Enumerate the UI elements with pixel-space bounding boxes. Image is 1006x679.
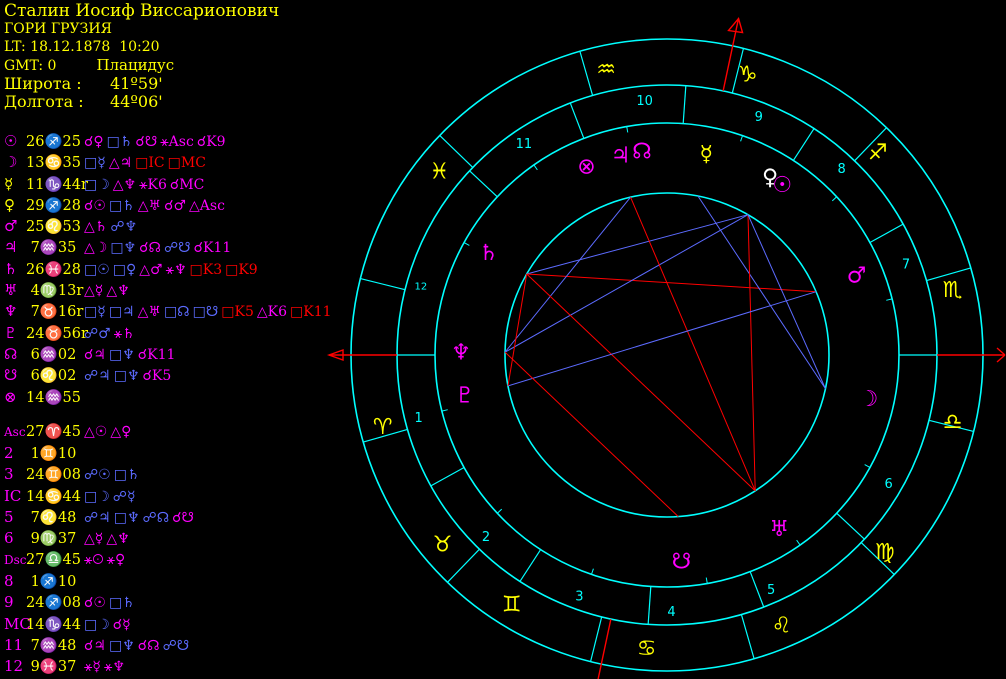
zodiac-sign-glyph: ♑: [738, 62, 758, 87]
house-tick: [705, 577, 708, 584]
house-cusp: [869, 223, 904, 244]
zodiac-sign-glyph: ♈: [373, 415, 393, 440]
house-cusp: [647, 586, 652, 625]
natal-chart-wheel: ♈♉♊♋♌♍♎♏♐♑♒♓123456789101112⊗ ♃ ☊ ☿♀☉♂☽♅☋♇♆♄: [326, 17, 1006, 679]
planet-glyph: ♇: [455, 383, 475, 408]
house-tick: [740, 135, 744, 142]
wheel-ring-1: [350, 38, 984, 672]
house-number: 1: [414, 411, 422, 426]
house-tick: [533, 164, 538, 171]
house-tick: [626, 126, 629, 133]
sign-divider: [589, 616, 603, 662]
house-number: 9: [755, 110, 763, 125]
house-cusp: [836, 512, 865, 540]
planet-glyph: ♄: [479, 241, 499, 266]
zodiac-sign-glyph: ♍: [875, 540, 895, 565]
house-tick: [441, 409, 448, 412]
aspect-line: [697, 195, 826, 389]
house-number: 3: [575, 590, 583, 605]
sign-divider: [740, 614, 755, 659]
planet-glyph: ☿: [700, 142, 714, 167]
aspect-line: [630, 196, 756, 492]
zodiac-sign-glyph: ♌: [772, 614, 792, 639]
zodiac-sign-glyph: ♎: [943, 410, 963, 435]
planet-glyph: ☊: [632, 140, 652, 165]
ic-axis-line: [597, 618, 612, 679]
zodiac-sign-glyph: ♉: [433, 532, 453, 557]
planet-glyph: ⊗: [577, 154, 595, 179]
zodiac-sign-glyph: ♊: [502, 592, 522, 617]
planet-glyph: ☋: [672, 549, 692, 574]
sign-divider: [579, 51, 594, 96]
house-number: 10: [636, 94, 653, 109]
house-number: 4: [667, 605, 675, 620]
house-number: 2: [482, 530, 490, 545]
zodiac-sign-glyph: ♏: [943, 278, 963, 303]
zodiac-sign-glyph: ♐: [868, 140, 888, 165]
mc-axis-line: [722, 18, 740, 92]
house-cusp: [682, 85, 687, 124]
aspect-line: [747, 214, 756, 491]
house-tick: [463, 242, 470, 246]
aspect-line: [747, 214, 826, 389]
aspect-line: [526, 273, 817, 293]
zodiac-sign-glyph: ♓: [429, 160, 449, 185]
house-cusp: [469, 170, 498, 198]
house-cusp: [569, 102, 585, 139]
house-tick: [831, 196, 838, 202]
house-cusp: [519, 549, 542, 582]
house-number: 5: [767, 583, 775, 598]
planet-glyph: ♆: [451, 340, 471, 365]
house-number: 7: [902, 257, 910, 272]
planet-glyph: ☽: [859, 387, 879, 412]
house-cusp: [792, 128, 815, 161]
aspect-line: [526, 273, 756, 492]
planet-glyph: ☉: [772, 173, 792, 198]
sign-divider: [360, 277, 406, 291]
aspect-line: [504, 214, 749, 353]
wheel-ring-4: [504, 192, 830, 518]
wheel-ring-2: [396, 84, 938, 626]
house-number: 12: [415, 281, 428, 292]
planet-glyph: ♃: [611, 143, 631, 168]
house-number: 11: [516, 137, 533, 152]
aspect-line: [507, 273, 528, 386]
house-tick: [590, 568, 594, 575]
zodiac-sign-glyph: ♒: [596, 57, 616, 82]
house-number: 6: [885, 477, 893, 492]
house-cusp: [430, 466, 465, 487]
house-number: 8: [837, 162, 845, 177]
house-cusp: [749, 571, 765, 608]
aspect-line: [526, 214, 749, 275]
zodiac-sign-glyph: ♋: [637, 636, 657, 661]
aspect-line: [504, 351, 679, 517]
house-tick: [864, 464, 871, 468]
planet-glyph: ♂: [847, 264, 867, 289]
aspect-line: [507, 291, 817, 387]
aspect-line: [504, 196, 631, 353]
house-tick: [496, 508, 503, 514]
house-tick: [886, 298, 893, 301]
house-tick: [796, 539, 801, 546]
planet-glyph: ♅: [769, 517, 789, 542]
